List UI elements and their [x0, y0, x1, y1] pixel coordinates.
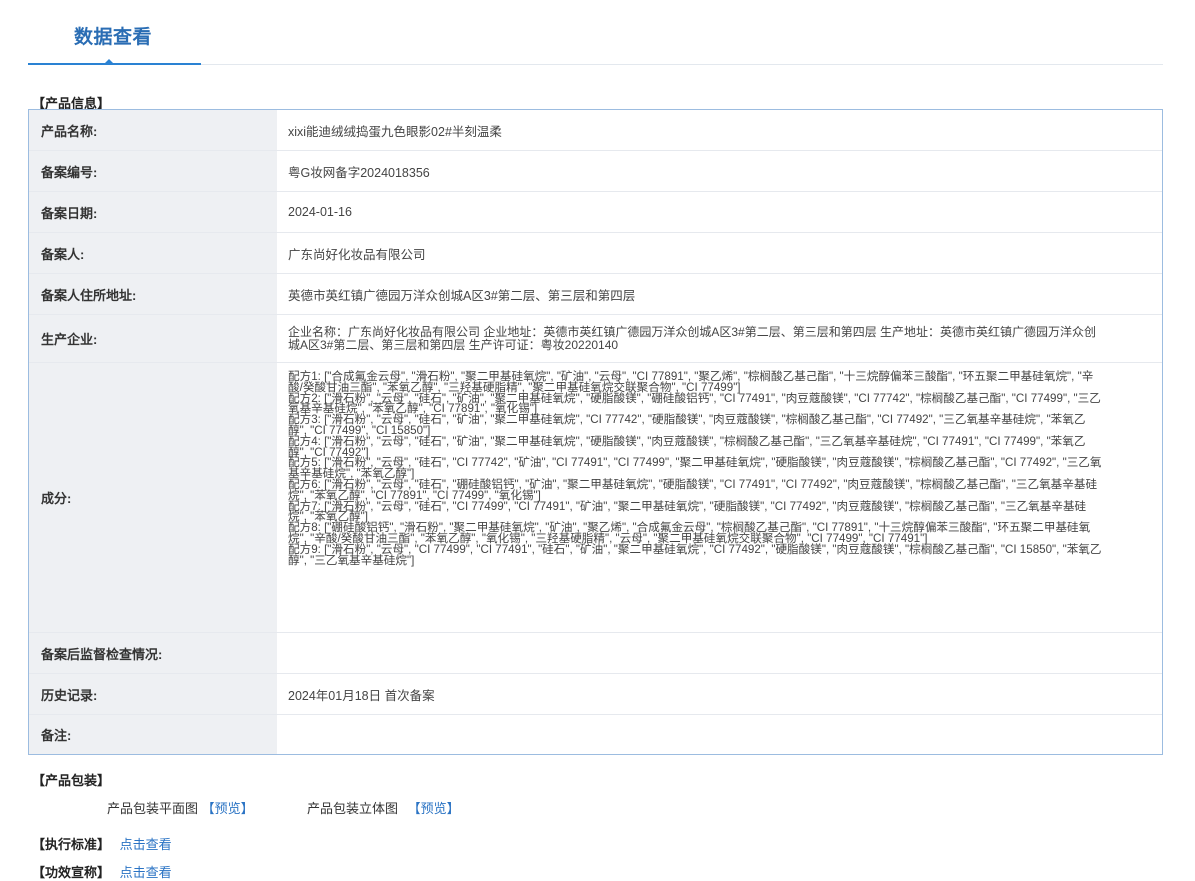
tab-data-view[interactable]: 数据查看 — [28, 0, 201, 65]
efficacy-section: 【功效宣称】 点击查看 — [32, 862, 172, 881]
registrant-key: 备案人: — [29, 233, 277, 273]
formula-5: 配方5: ["滑石粉", "云母", "硅石", "CI 77742", "矿油… — [288, 456, 1102, 481]
tab-data-view-label: 数据查看 — [74, 27, 153, 48]
row-registrant-address: 备案人住所地址: 英德市英红镇广德园万洋众创城A区3#第二层、第三层和第四层 — [29, 274, 1162, 315]
product-name-value: xixi能迪绒绒捣蛋九色眼影02#半刻温柔 — [288, 124, 502, 139]
packaging-solid-preview-link[interactable]: 【预览】 — [408, 801, 460, 816]
packaging-flat-label: 产品包装平面图 — [107, 801, 199, 816]
efficacy-view-link[interactable]: 点击查看 — [120, 865, 172, 880]
supervision-value — [277, 633, 1162, 673]
record-number-value: 粤G妆网备字2024018356 — [288, 165, 430, 180]
row-registrant: 备案人: 广东尚好化妆品有限公司 — [29, 233, 1162, 274]
registrant-address-key: 备案人住所地址: — [29, 274, 277, 314]
standard-title: 【执行标准】 — [32, 837, 111, 852]
row-record-number: 备案编号: 粤G妆网备字2024018356 — [29, 151, 1162, 192]
packaging-flat-preview-link[interactable]: 【预览】 — [202, 801, 254, 816]
history-key: 历史记录: — [29, 674, 277, 714]
packaging-solid-label: 产品包装立体图 — [307, 801, 399, 816]
record-number-key: 备案编号: — [29, 151, 277, 191]
formula-6: 配方6: ["滑石粉", "云母", "硅石", "硼硅酸铝钙", "矿油", … — [288, 477, 1098, 502]
row-record-date: 备案日期: 2024-01-16 — [29, 192, 1162, 233]
packaging-solid: 产品包装立体图 【预览】 — [307, 798, 460, 817]
tab-active-caret — [103, 59, 115, 65]
registrant-value: 广东尚好化妆品有限公司 — [288, 247, 426, 262]
formula-7: 配方7: ["滑石粉", "云母", "硅石", "CI 77499", "CI… — [288, 499, 1087, 524]
manufacturer-key: 生产企业: — [29, 315, 277, 362]
packaging-title: 【产品包装】 — [32, 773, 111, 788]
row-ingredients: 成分: 配方1: ["合成氟金云母", "滑石粉", "聚二甲基硅氧烷", "矿… — [29, 363, 1162, 633]
record-date-value: 2024-01-16 — [288, 205, 352, 219]
standard-section: 【执行标准】 点击查看 — [32, 834, 172, 853]
history-value: 2024年01月18日 首次备案 — [288, 688, 435, 703]
remarks-value — [277, 715, 1162, 754]
remarks-key: 备注: — [29, 715, 277, 754]
manufacturer-value: 企业名称：广东尚好化妆品有限公司 企业地址：英德市英红镇广德园万洋众创城A区3#… — [288, 324, 1097, 352]
row-remarks: 备注: — [29, 715, 1162, 754]
registrant-address-value: 英德市英红镇广德园万洋众创城A区3#第二层、第三层和第四层 — [288, 288, 636, 303]
tab-bar: 数据查看 — [28, 0, 1163, 65]
formula-9: 配方9: ["滑石粉", "云母", "CI 77499", "CI 77491… — [288, 542, 1102, 567]
formula-2: 配方2: ["滑石粉", "云母", "硅石", "矿油", "聚二甲基硅氧烷"… — [288, 391, 1101, 416]
record-date-key: 备案日期: — [29, 192, 277, 232]
ingredients-key: 成分: — [29, 363, 277, 632]
ingredients-value: 配方1: ["合成氟金云母", "滑石粉", "聚二甲基硅氧烷", "矿油", … — [277, 363, 1162, 632]
standard-view-link[interactable]: 点击查看 — [120, 837, 172, 852]
row-manufacturer: 生产企业: 企业名称：广东尚好化妆品有限公司 企业地址：英德市英红镇广德园万洋众… — [29, 315, 1162, 363]
product-info-table: 产品名称: xixi能迪绒绒捣蛋九色眼影02#半刻温柔 备案编号: 粤G妆网备字… — [28, 109, 1163, 755]
row-supervision: 备案后监督检查情况: — [29, 633, 1162, 674]
efficacy-title: 【功效宣称】 — [32, 865, 111, 880]
packaging-flat: 产品包装平面图 【预览】 — [107, 798, 254, 817]
formula-3: 配方3: ["滑石粉", "云母", "硅石", "矿油", "聚二甲基硅氧烷"… — [288, 413, 1086, 437]
row-history: 历史记录: 2024年01月18日 首次备案 — [29, 674, 1162, 715]
row-product-name: 产品名称: xixi能迪绒绒捣蛋九色眼影02#半刻温柔 — [29, 110, 1162, 151]
formula-1: 配方1: ["合成氟金云母", "滑石粉", "聚二甲基硅氧烷", "矿油", … — [288, 370, 1094, 394]
supervision-key: 备案后监督检查情况: — [29, 633, 277, 673]
formula-8: 配方8: ["硼硅酸铝钙", "滑石粉", "聚二甲基硅氧烷", "矿油", "… — [288, 521, 1091, 545]
product-name-key: 产品名称: — [29, 110, 277, 150]
